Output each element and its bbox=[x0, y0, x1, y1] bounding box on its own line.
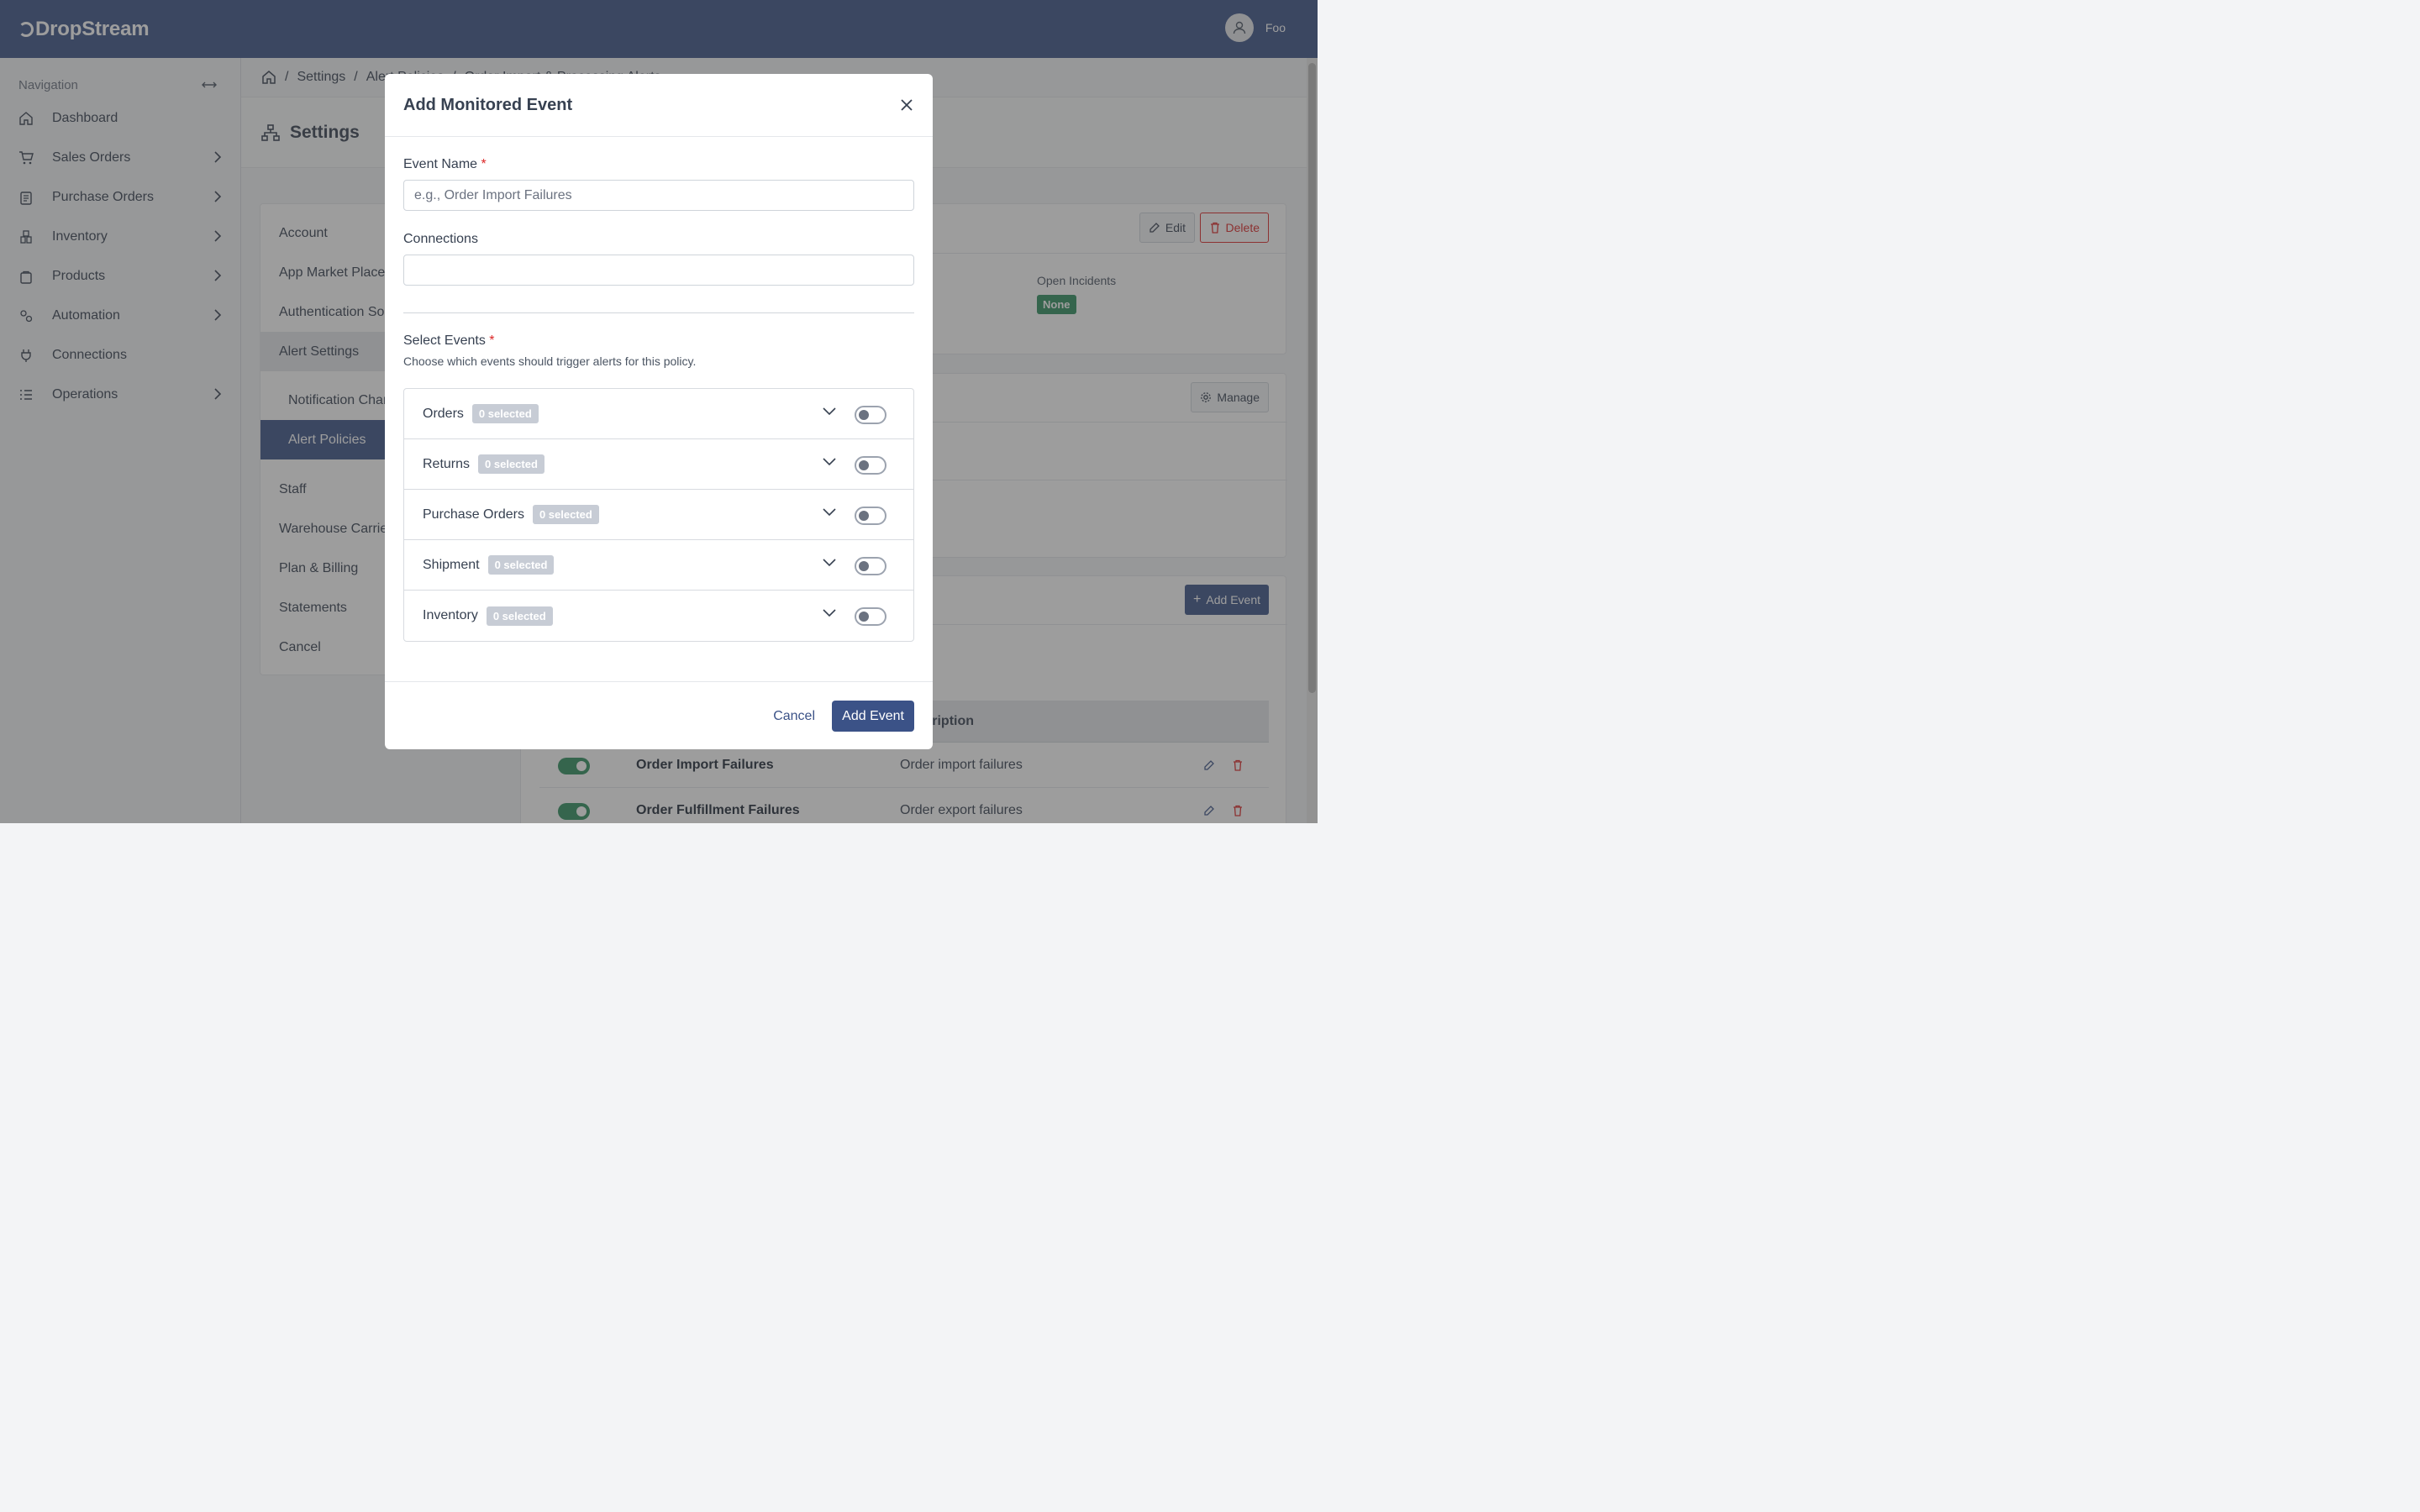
event-group-name: Returns bbox=[423, 456, 471, 471]
selected-count-badge: 0 selected bbox=[471, 404, 539, 423]
event-groups-accordion: Orders 0 selected Returns 0 selected Purchas… bbox=[403, 388, 914, 642]
event-group-purchase-orders[interactable]: Purchase Orders 0 selected bbox=[404, 490, 913, 540]
connections-input[interactable] bbox=[403, 255, 914, 286]
add-monitored-event-modal: Add Monitored Event Event Name * Connect… bbox=[385, 74, 933, 749]
select-events-help: Choose which events should trigger alert… bbox=[403, 354, 697, 368]
cancel-button[interactable]: Cancel bbox=[773, 701, 815, 732]
toggle-knob bbox=[859, 460, 869, 470]
toggle-knob bbox=[859, 561, 869, 571]
event-group-toggle[interactable] bbox=[855, 607, 886, 626]
select-events-label-text: Select Events bbox=[403, 333, 486, 348]
chevron-down-icon[interactable] bbox=[823, 407, 836, 416]
event-group-toggle[interactable] bbox=[855, 406, 886, 424]
event-group-name: Inventory bbox=[423, 608, 478, 622]
required-marker: * bbox=[481, 157, 487, 171]
selected-count-badge: 0 selected bbox=[487, 555, 555, 575]
event-group-returns[interactable]: Returns 0 selected bbox=[404, 439, 913, 490]
event-group-toggle[interactable] bbox=[855, 456, 886, 475]
event-group-shipment[interactable]: Shipment 0 selected bbox=[404, 540, 913, 591]
chevron-down-icon[interactable] bbox=[823, 559, 836, 567]
add-event-submit-button[interactable]: Add Event bbox=[832, 701, 914, 732]
event-group-toggle[interactable] bbox=[855, 557, 886, 575]
event-name-label: Event Name * bbox=[403, 157, 914, 172]
toggle-knob bbox=[859, 511, 869, 521]
selected-count-badge: 0 selected bbox=[532, 505, 599, 524]
selected-count-badge: 0 selected bbox=[478, 454, 544, 474]
divider bbox=[403, 312, 914, 313]
selected-count-badge: 0 selected bbox=[486, 606, 553, 626]
event-group-orders[interactable]: Orders 0 selected bbox=[404, 389, 913, 439]
chevron-down-icon[interactable] bbox=[823, 609, 836, 617]
required-marker: * bbox=[489, 333, 495, 348]
event-group-name: Shipment bbox=[423, 557, 480, 572]
event-name-label-text: Event Name bbox=[403, 157, 478, 171]
select-events-label: Select Events * bbox=[403, 333, 914, 349]
chevron-down-icon[interactable] bbox=[823, 508, 836, 517]
event-group-name: Purchase Orders bbox=[423, 507, 524, 522]
event-group-toggle[interactable] bbox=[855, 507, 886, 525]
event-name-input[interactable] bbox=[403, 180, 914, 211]
modal-title: Add Monitored Event bbox=[403, 95, 573, 114]
close-icon[interactable] bbox=[899, 97, 914, 113]
event-group-inventory[interactable]: Inventory 0 selected bbox=[404, 591, 913, 641]
toggle-knob bbox=[859, 410, 869, 420]
chevron-down-icon[interactable] bbox=[823, 458, 836, 466]
toggle-knob bbox=[859, 612, 869, 622]
connections-label: Connections bbox=[403, 232, 478, 246]
event-group-name: Orders bbox=[423, 406, 464, 421]
